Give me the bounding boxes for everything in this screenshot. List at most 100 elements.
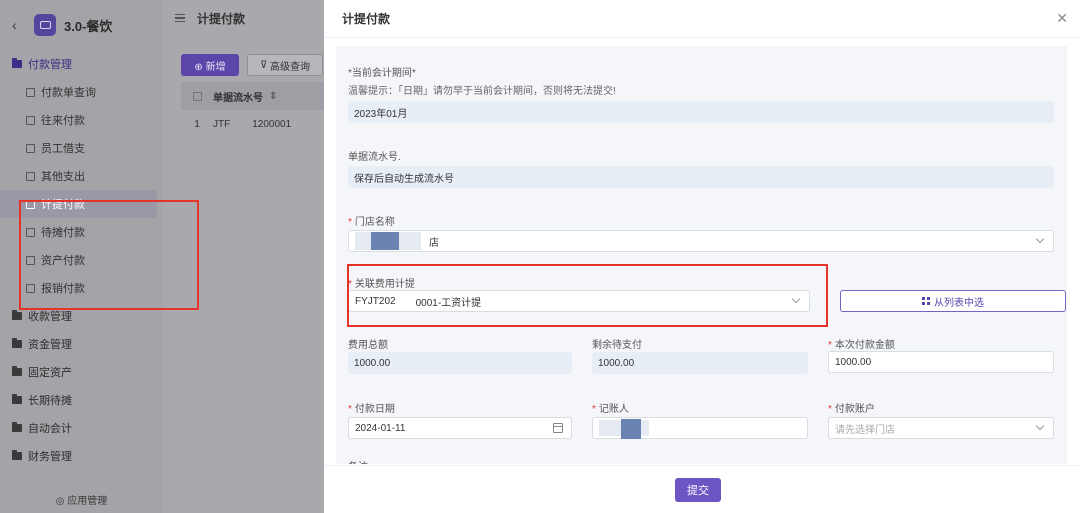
pay-date-picker[interactable]: 2024-01-11 <box>348 417 572 439</box>
drawer-form: *当前会计期间* 温馨提示：「日期」请勿早于当前会计期间，否则将无法提交! 20… <box>336 46 1067 464</box>
row-serial-prefix: JTF <box>213 118 231 130</box>
menu-group-fixed-assets[interactable]: 固定资产 <box>0 358 163 386</box>
document-icon <box>26 143 35 153</box>
select-all-cell[interactable] <box>181 91 213 101</box>
sidebar-item-payment-query[interactable]: 付款单查询 <box>0 78 163 106</box>
sidebar-item-label: 付款单查询 <box>41 87 96 99</box>
account-label-text: 付款账户 <box>834 404 875 415</box>
pay-amount-label: * 本次付款金额 <box>828 340 895 351</box>
period-label: *当前会计期间* <box>348 68 416 79</box>
pay-amount-label-text: 本次付款金额 <box>834 340 895 351</box>
account-placeholder: 请先选择门店 <box>835 424 895 436</box>
drawer-header: 计提付款 <box>324 0 1080 38</box>
filter-icon: ⊽ <box>259 59 271 71</box>
pay-amount-value: 1000.00 <box>835 356 872 368</box>
column-header-serial[interactable]: 单据流水号 <box>213 89 263 104</box>
drawer-title: 计提付款 <box>342 12 391 26</box>
menu-group-label: 自动会计 <box>28 423 72 435</box>
store-label: * 门店名称 <box>348 217 395 228</box>
drawer-footer: 提交 <box>324 465 1080 513</box>
redacted-area <box>641 420 649 436</box>
redacted-area <box>371 232 399 250</box>
app-logo-icon <box>34 14 56 36</box>
remaining-value: 1000.00 <box>598 357 635 369</box>
folder-icon <box>12 338 22 348</box>
menu-group-funds[interactable]: 资金管理 <box>0 330 163 358</box>
remaining-label: 剩余待支付 <box>592 340 642 351</box>
remaining-field: 1000.00 <box>592 352 808 374</box>
table-row[interactable]: 1 JTF 1200001 <box>181 110 331 138</box>
accrual-payment-drawer: 计提付款 ✕ *当前会计期间* 温馨提示：「日期」请勿早于当前会计期间，否则将无… <box>324 0 1080 513</box>
close-icon[interactable]: ✕ <box>1056 10 1068 27</box>
account-select[interactable]: 请先选择门店 <box>828 417 1054 439</box>
folder-icon <box>12 366 22 376</box>
redacted-area <box>621 419 641 439</box>
page-title: 计提付款 <box>197 11 246 26</box>
bookkeeper-label: * 记账人 <box>592 404 629 415</box>
serial-label: 单据流水号. <box>348 152 401 163</box>
table-header-row: 单据流水号 ⇕ <box>181 82 331 110</box>
menu-group-label: 资金管理 <box>28 339 72 351</box>
sidebar-item-current-payment[interactable]: 往来付款 <box>0 106 163 134</box>
total-label: 费用总额 <box>348 340 388 351</box>
new-button[interactable]: ⊕ 新增 <box>181 54 239 76</box>
redacted-area <box>599 420 621 436</box>
bookkeeper-input[interactable] <box>592 417 808 439</box>
bookkeeper-label-text: 记账人 <box>598 404 629 415</box>
sidebar-item-label: 往来付款 <box>41 115 85 127</box>
menu-group-label: 收款管理 <box>28 311 72 323</box>
menu-group-auto-accounting[interactable]: 自动会计 <box>0 414 163 442</box>
grid-icon <box>922 297 930 305</box>
period-note: 温馨提示：「日期」请勿早于当前会计期间，否则将无法提交! <box>348 86 616 97</box>
menu-group-label: 长期待摊 <box>28 395 72 407</box>
pay-amount-input[interactable]: 1000.00 <box>828 351 1054 373</box>
menu-group-label: 固定资产 <box>28 367 72 379</box>
select-from-list-label: 从列表中选 <box>934 297 984 309</box>
row-index: 1 <box>194 118 200 130</box>
total-value: 1000.00 <box>354 357 391 369</box>
period-field: 2023年01月 <box>348 101 1054 123</box>
sort-icon[interactable]: ⇕ <box>269 91 277 102</box>
pay-date-value: 2024-01-11 <box>355 422 406 434</box>
sidebar-item-label: 员工借支 <box>41 143 85 155</box>
sidebar-item-other-expense[interactable]: 其他支出 <box>0 162 163 190</box>
folder-open-icon <box>12 58 22 68</box>
advanced-search-button[interactable]: ⊽ 高级查询 <box>247 54 323 76</box>
checkbox[interactable] <box>192 91 202 101</box>
folder-icon <box>12 394 22 404</box>
sidebar-item-employee-advance[interactable]: 员工借支 <box>0 134 163 162</box>
folder-icon <box>12 310 22 320</box>
chevron-down-icon <box>1035 234 1045 244</box>
document-icon <box>26 87 35 97</box>
folder-icon <box>12 422 22 432</box>
calendar-icon <box>553 423 563 433</box>
menu-group-long-term-prepaid[interactable]: 长期待摊 <box>0 386 163 414</box>
folder-icon <box>12 450 22 460</box>
serial-field: 保存后自动生成流水号 <box>348 166 1054 188</box>
store-value: 店 <box>429 237 439 249</box>
submit-button[interactable]: 提交 <box>675 478 721 502</box>
period-value: 2023年01月 <box>354 108 408 120</box>
store-select[interactable]: 店 <box>348 230 1054 252</box>
chevron-left-icon[interactable]: ‹ <box>12 17 26 33</box>
menu-toggle-icon[interactable] <box>175 14 185 22</box>
highlight-box-accrual <box>347 264 828 327</box>
store-label-text: 门店名称 <box>354 217 395 228</box>
sidebar-header: ‹ 3.0-餐饮 <box>0 0 163 50</box>
document-icon <box>26 115 35 125</box>
menu-group-label: 财务管理 <box>28 451 72 463</box>
advanced-search-label: 高级查询 <box>270 61 311 73</box>
total-field: 1000.00 <box>348 352 572 374</box>
pay-date-label: * 付款日期 <box>348 404 395 415</box>
menu-group-finance[interactable]: 财务管理 <box>0 442 163 470</box>
account-label: * 付款账户 <box>828 404 875 415</box>
payment-table: 单据流水号 ⇕ 1 JTF 1200001 <box>181 82 331 168</box>
select-from-list-button[interactable]: 从列表中选 <box>840 290 1066 312</box>
document-icon <box>26 171 35 181</box>
chevron-down-icon <box>1035 421 1045 431</box>
menu-group-payment[interactable]: 付款管理 <box>0 50 163 78</box>
sidebar-item-label: 其他支出 <box>41 171 85 183</box>
app-management-link[interactable]: ◎ 应用管理 <box>0 492 163 507</box>
pay-date-label-text: 付款日期 <box>354 404 395 415</box>
redacted-area <box>399 232 421 250</box>
